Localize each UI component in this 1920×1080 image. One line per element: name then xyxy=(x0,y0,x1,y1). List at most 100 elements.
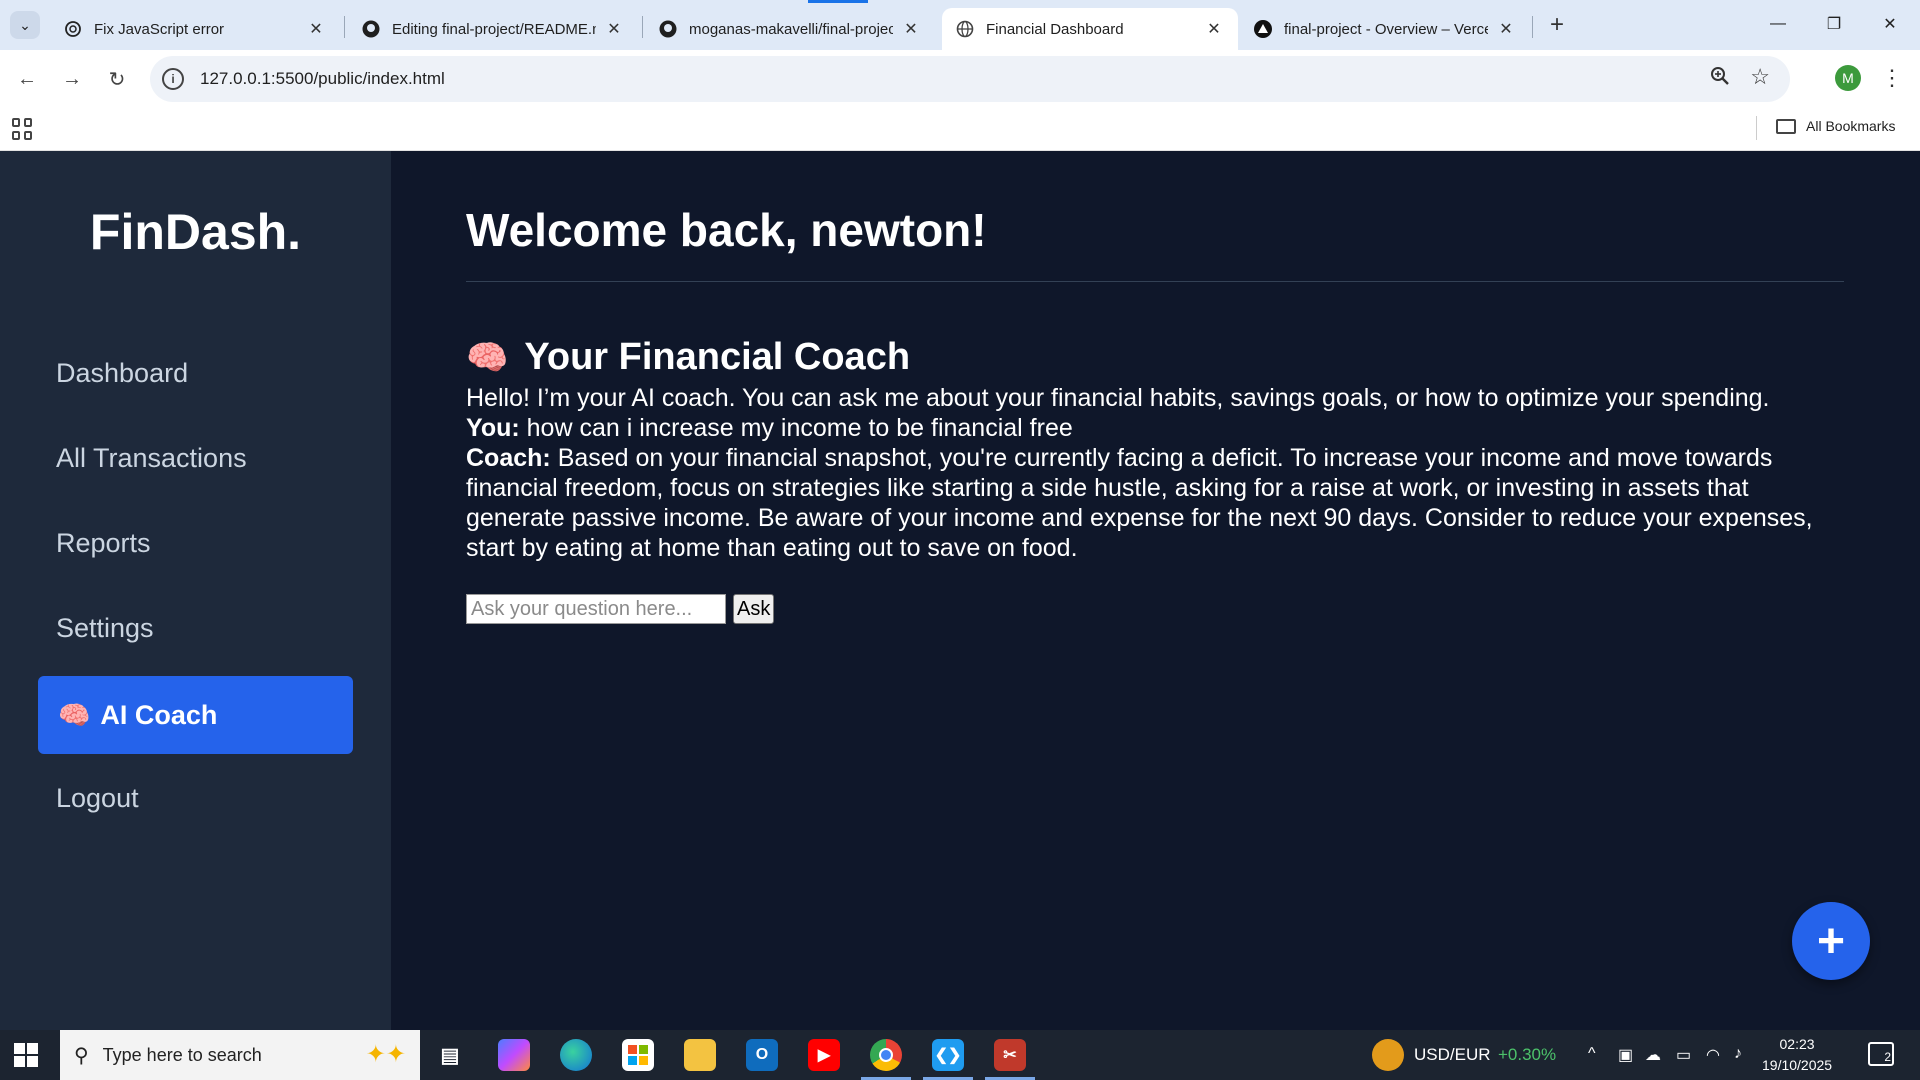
close-icon[interactable]: ✕ xyxy=(1204,19,1224,39)
ticker-label[interactable]: USD/EUR xyxy=(1414,1045,1491,1065)
chat-log: Hello! I’m your AI coach. You can ask me… xyxy=(466,383,1844,563)
sidebar-item-label: All Transactions xyxy=(56,442,247,473)
address-bar[interactable]: i 127.0.0.1:5500/public/index.html ☆ xyxy=(150,56,1790,102)
close-icon[interactable]: ✕ xyxy=(901,19,921,39)
sidebar-item-ai-coach[interactable]: 🧠 AI Coach xyxy=(38,676,353,754)
notification-count: 2 xyxy=(1884,1050,1891,1064)
sidebar-item-label: Settings xyxy=(56,612,154,643)
divider xyxy=(466,281,1844,282)
volume-icon[interactable]: ♪ xyxy=(1734,1045,1742,1063)
tab-financial-dashboard[interactable]: Financial Dashboard ✕ xyxy=(942,8,1238,50)
vercel-icon xyxy=(1254,20,1272,38)
coach-label: Coach: xyxy=(466,444,551,472)
taskbar: ⚲ Type here to search ✦✦ ▤ O ▶ ❮❯ ✂ USD/… xyxy=(0,1030,1920,1080)
forward-button[interactable]: → xyxy=(55,62,89,96)
page-title: Welcome back, newton! xyxy=(466,204,987,256)
brand-logo[interactable]: FinDash. xyxy=(0,203,391,261)
browser-menu-icon[interactable]: ⋮ xyxy=(1880,62,1904,94)
openai-icon xyxy=(64,20,82,38)
github-icon xyxy=(362,20,380,38)
store-icon[interactable] xyxy=(622,1039,654,1071)
taskbar-search[interactable]: ⚲ Type here to search ✦✦ xyxy=(60,1030,420,1080)
snipping-tool-icon[interactable]: ✂ xyxy=(994,1039,1026,1071)
tab-vercel-overview[interactable]: final-project - Overview – Verce ✕ xyxy=(1240,8,1530,50)
all-bookmarks-button[interactable]: All Bookmarks xyxy=(1776,118,1895,134)
tab-fix-javascript-error[interactable]: Fix JavaScript error ✕ xyxy=(50,8,340,50)
search-icon: ⚲ xyxy=(74,1044,89,1067)
tab-search-button[interactable]: ⌄ xyxy=(10,11,40,39)
sidebar-item-logout[interactable]: Logout xyxy=(38,759,353,837)
user-label: You: xyxy=(466,414,520,442)
tab-separator xyxy=(642,16,643,38)
bookmark-star-icon[interactable]: ☆ xyxy=(1750,64,1770,90)
url-text[interactable]: 127.0.0.1:5500/public/index.html xyxy=(200,69,445,89)
chevron-up-icon[interactable]: ^ xyxy=(1588,1045,1596,1063)
bookmarks-bar: All Bookmarks xyxy=(0,108,1920,151)
back-button[interactable]: ← xyxy=(10,62,44,96)
globe-icon xyxy=(956,20,974,38)
close-icon[interactable]: ✕ xyxy=(306,19,326,39)
system-clock[interactable]: 02:23 19/10/2025 xyxy=(1762,1034,1832,1076)
clock-date: 19/10/2025 xyxy=(1762,1057,1833,1073)
sidebar: FinDash. Dashboard All Transactions Repo… xyxy=(0,151,391,1030)
currency-widget-icon[interactable] xyxy=(1372,1039,1404,1071)
close-icon[interactable]: ✕ xyxy=(604,19,624,39)
copilot-icon[interactable] xyxy=(498,1039,530,1071)
tab-title: Financial Dashboard xyxy=(986,20,1124,38)
sidebar-item-all-transactions[interactable]: All Transactions xyxy=(38,419,353,497)
browser-tabstrip: ⌄ Fix JavaScript error ✕ Editing final-p… xyxy=(0,0,1920,50)
wifi-icon[interactable]: ◠ xyxy=(1706,1045,1720,1065)
chrome-icon[interactable] xyxy=(870,1039,902,1071)
windows-start-icon[interactable] xyxy=(14,1043,38,1067)
file-explorer-icon[interactable] xyxy=(684,1039,716,1071)
brain-icon: 🧠 xyxy=(466,338,509,377)
plus-icon: + xyxy=(1816,914,1846,968)
task-view-icon[interactable]: ▤ xyxy=(434,1039,466,1071)
battery-icon[interactable]: ▭ xyxy=(1676,1045,1691,1065)
meet-now-icon[interactable]: ▣ xyxy=(1618,1045,1633,1065)
sidebar-item-label: Reports xyxy=(56,527,151,558)
arrow-left-icon: ← xyxy=(17,67,37,90)
sidebar-item-dashboard[interactable]: Dashboard xyxy=(38,334,353,412)
browser-toolbar: ← → ↻ i 127.0.0.1:5500/public/index.html… xyxy=(0,50,1920,108)
tab-title: Fix JavaScript error xyxy=(94,20,225,38)
tab-title: moganas-makavelli/final-projec xyxy=(689,20,893,38)
arrow-right-icon: → xyxy=(62,67,82,90)
close-window-button[interactable]: ✕ xyxy=(1862,0,1918,48)
restore-button[interactable]: ❐ xyxy=(1806,0,1862,48)
tab-separator xyxy=(1532,16,1533,38)
sidebar-item-label: AI Coach xyxy=(100,699,218,730)
ticker-change[interactable]: +0.30% xyxy=(1498,1045,1556,1065)
ask-form: Ask xyxy=(466,594,775,624)
ask-button[interactable]: Ask xyxy=(733,594,775,624)
minimize-button[interactable]: — xyxy=(1750,0,1806,48)
sidebar-item-reports[interactable]: Reports xyxy=(38,504,353,582)
coach-heading: 🧠 Your Financial Coach xyxy=(466,336,910,379)
notification-center-icon[interactable]: 2 xyxy=(1868,1042,1894,1066)
youtube-icon[interactable]: ▶ xyxy=(808,1039,840,1071)
github-icon xyxy=(659,20,677,38)
new-tab-button[interactable]: + xyxy=(1542,10,1572,40)
tab-title: final-project - Overview – Verce xyxy=(1284,20,1488,38)
tab-editing-readme[interactable]: Editing final-project/README.m ✕ xyxy=(348,8,638,50)
outlook-icon[interactable]: O xyxy=(746,1039,778,1071)
sparkle-icon: ✦✦ xyxy=(365,1041,406,1068)
chevron-down-icon: ⌄ xyxy=(19,16,31,33)
coach-message-text: Based on your financial snapshot, you're… xyxy=(466,444,1813,562)
user-message: You: how can i increase my income to be … xyxy=(466,413,1844,443)
tab-github-repo[interactable]: moganas-makavelli/final-projec ✕ xyxy=(645,8,935,50)
sidebar-item-settings[interactable]: Settings xyxy=(38,589,353,667)
onedrive-cloud-icon[interactable]: ☁ xyxy=(1645,1045,1661,1065)
add-transaction-button[interactable]: + xyxy=(1792,902,1870,980)
zoom-icon[interactable] xyxy=(1710,66,1730,91)
apps-grid-icon[interactable] xyxy=(12,118,34,140)
all-bookmarks-label: All Bookmarks xyxy=(1806,118,1896,134)
question-input[interactable] xyxy=(466,594,726,624)
coach-intro: Hello! I’m your AI coach. You can ask me… xyxy=(466,384,1770,412)
site-info-icon[interactable]: i xyxy=(162,68,184,90)
close-icon[interactable]: ✕ xyxy=(1496,19,1516,39)
edge-icon[interactable] xyxy=(560,1039,592,1071)
vscode-icon[interactable]: ❮❯ xyxy=(932,1039,964,1071)
profile-avatar[interactable]: M xyxy=(1835,65,1861,91)
reload-button[interactable]: ↻ xyxy=(100,62,134,96)
